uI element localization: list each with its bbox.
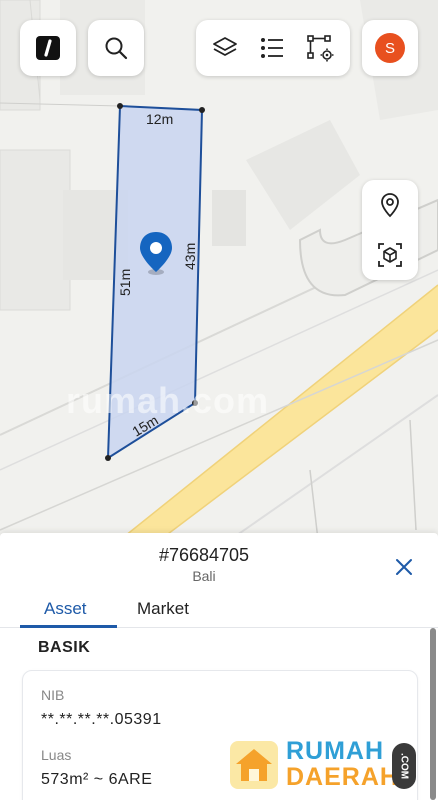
list-icon[interactable]: [258, 34, 286, 62]
house-logo-icon: [230, 741, 278, 789]
app-logo-icon: [36, 36, 60, 60]
avatar: S: [375, 33, 405, 63]
section-title: BASIK: [38, 639, 91, 656]
parcel-region: Bali: [192, 568, 216, 584]
field-label-luas: Luas: [41, 747, 72, 763]
scrollbar[interactable]: [430, 628, 436, 800]
polygon-settings-icon[interactable]: [305, 33, 335, 63]
field-value-luas: 573m² ~ 6ARE: [41, 771, 153, 788]
field-value-nib: **.**.**.**.05391: [41, 711, 162, 728]
search-button[interactable]: [88, 20, 144, 76]
avatar-letter: S: [384, 39, 395, 57]
dimension-left-label: 51m: [117, 269, 133, 296]
dimension-top-label: 12m: [146, 111, 173, 127]
brand-line2: DAERAH: [286, 763, 399, 791]
map-tools-group: [196, 20, 350, 76]
3d-box-icon[interactable]: [376, 241, 404, 269]
tab-market[interactable]: Market: [137, 599, 189, 619]
field-label-nib: NIB: [41, 687, 65, 703]
close-icon[interactable]: [392, 555, 416, 579]
brand-line1: RUMAH: [286, 737, 385, 765]
dimension-right-label: 43m: [182, 243, 198, 270]
layers-icon[interactable]: [211, 34, 239, 62]
active-tab-indicator: [20, 625, 117, 628]
search-icon: [105, 37, 128, 60]
app-logo-button[interactable]: [20, 20, 76, 76]
parcel-id: #76684705: [158, 545, 250, 565]
location-pin-icon[interactable]: [377, 192, 403, 218]
side-controls: [362, 180, 418, 280]
tab-asset[interactable]: Asset: [44, 599, 87, 619]
profile-button[interactable]: S: [362, 20, 418, 76]
watermark-text: rumah.com: [66, 380, 270, 421]
brand-watermark: RUMAH DAERAH .COM: [228, 737, 428, 793]
brand-suffix: .COM: [392, 743, 416, 789]
